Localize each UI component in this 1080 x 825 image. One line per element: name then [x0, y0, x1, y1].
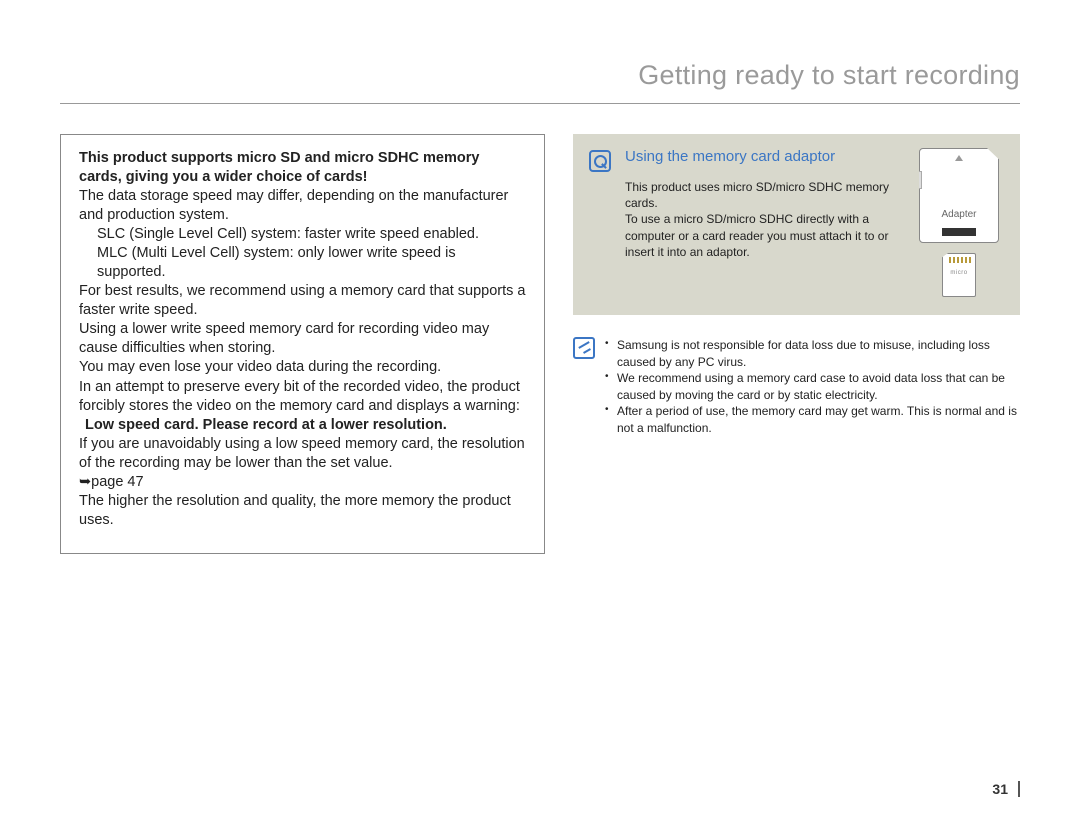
- left-p4: You may even lose your video data during…: [79, 358, 526, 377]
- page-title: Getting ready to start recording: [60, 60, 1020, 104]
- left-info-box: This product supports micro SD and micro…: [60, 134, 545, 554]
- notes-row: Samsung is not responsible for data loss…: [573, 337, 1020, 436]
- note-2: We recommend using a memory card case to…: [609, 370, 1020, 403]
- note-icon: [573, 337, 595, 359]
- tip-title: Using the memory card adaptor: [625, 148, 898, 165]
- intro-bold: This product supports micro SD and micro…: [79, 149, 526, 187]
- left-p6: If you are unavoidably using a low speed…: [79, 435, 526, 473]
- left-p2: For best results, we recommend using a m…: [79, 282, 526, 320]
- content-columns: This product supports micro SD and micro…: [60, 134, 1020, 554]
- note-3: After a period of use, the memory card m…: [609, 403, 1020, 436]
- tip-line2: To use a micro SD/micro SDHC directly wi…: [625, 211, 898, 260]
- micro-sd-graphic: micro: [942, 253, 976, 297]
- magnifier-icon: [589, 150, 611, 172]
- right-column: Using the memory card adaptor This produ…: [573, 134, 1020, 554]
- left-p3: Using a lower write speed memory card fo…: [79, 320, 526, 358]
- sd-adapter-graphic: Adapter: [919, 148, 999, 243]
- page-ref: ➥page 47: [79, 473, 526, 492]
- adapter-illustration: Adapter micro: [914, 148, 1004, 297]
- notes-list: Samsung is not responsible for data loss…: [609, 337, 1020, 436]
- tip-line1: This product uses micro SD/micro SDHC me…: [625, 179, 898, 211]
- left-p1: The data storage speed may differ, depen…: [79, 187, 526, 225]
- adapter-label: Adapter: [920, 209, 998, 220]
- page-number: 31: [992, 781, 1020, 797]
- bullet-slc: SLC (Single Level Cell) system: faster w…: [97, 225, 526, 244]
- note-1: Samsung is not responsible for data loss…: [609, 337, 1020, 370]
- bullet-mlc: MLC (Multi Level Cell) system: only lowe…: [97, 244, 526, 282]
- tip-box: Using the memory card adaptor This produ…: [573, 134, 1020, 315]
- left-p7: The higher the resolution and quality, t…: [79, 492, 526, 530]
- left-p5: In an attempt to preserve every bit of t…: [79, 378, 526, 416]
- warning-message: Low speed card. Please record at a lower…: [79, 416, 526, 435]
